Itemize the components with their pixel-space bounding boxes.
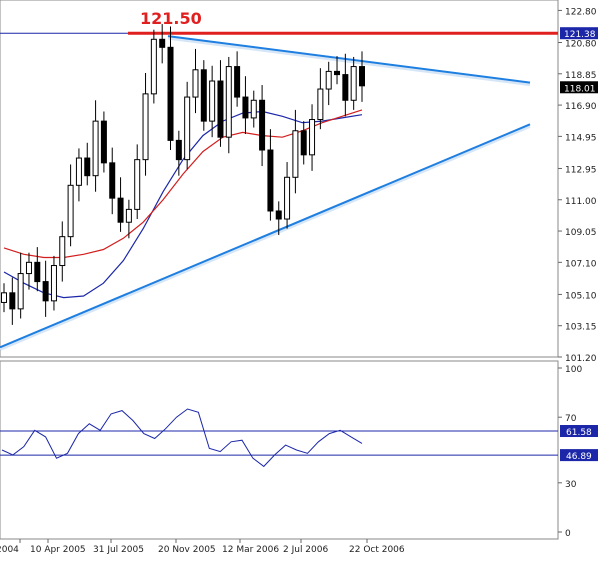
- candle-up-body: [192, 69, 199, 98]
- chart-root: 121.50 121.38 118.01 61.58 46.89 122.80 120.…: [0, 0, 600, 557]
- candle-down-body: [359, 66, 365, 87]
- y-tick-label: 105.10: [565, 291, 597, 301]
- candle-up-body: [309, 119, 316, 156]
- candle-down-body: [242, 96, 249, 119]
- indicator-level-label: 61.58: [566, 428, 592, 438]
- candle-up-body: [17, 273, 24, 310]
- candle-down-body: [267, 149, 274, 212]
- candle-up-body: [325, 70, 332, 90]
- candle-up-body: [67, 184, 74, 238]
- candle-up-body: [125, 208, 132, 223]
- candle-down-body: [34, 261, 41, 283]
- y-tick-label: 107.10: [565, 259, 597, 269]
- candle-up-body: [142, 93, 149, 161]
- candle-up-body: [317, 88, 324, 121]
- candle-up-body: [350, 66, 357, 101]
- indicator-y-tick-label: 0: [565, 529, 571, 539]
- indicator-y-tick-label: 30: [565, 480, 577, 490]
- x-tick-label: 22 Oct 2006: [349, 545, 405, 555]
- x-tick-label: 2 Jul 2006: [283, 545, 328, 555]
- x-tick-label: 20 Nov 2005: [158, 545, 216, 555]
- y-tick-label: 122.80: [565, 7, 597, 17]
- candle-up-body: [209, 80, 216, 122]
- candle: [200, 60, 207, 131]
- y-tick-label: 109.05: [565, 228, 597, 238]
- y-tick-label: 118.85: [565, 71, 597, 81]
- y-tick-label: 101.20: [565, 354, 597, 364]
- candle-down-body: [259, 99, 266, 151]
- indicator-y-tick-label: 100: [565, 365, 582, 375]
- x-tick-label: 12 Mar 2006: [222, 545, 279, 555]
- candle-down-body: [117, 197, 124, 223]
- candle-down-body: [200, 69, 207, 122]
- candle-down-body: [275, 210, 282, 220]
- candle-up-body: [134, 159, 141, 210]
- candle-down-body: [334, 70, 341, 76]
- candle-down-body: [42, 281, 49, 302]
- candle: [150, 29, 157, 104]
- y-tick-label: 111.00: [565, 197, 597, 207]
- candle-up-body: [292, 130, 299, 178]
- y-tick-label: 116.90: [565, 102, 597, 112]
- candle-up-body: [75, 157, 82, 186]
- candle-up-body: [1, 292, 7, 303]
- candle-down-body: [9, 292, 16, 310]
- candle-down-body: [109, 162, 116, 199]
- y-tick-label: 112.95: [565, 165, 597, 175]
- current-price-label: 118.01: [564, 84, 596, 94]
- price-chart: 121.50121.38118.01 61.5846.89 122.80120.…: [0, 0, 600, 557]
- indicator-y-tick-label: 70: [565, 414, 577, 424]
- x-tick-label: 31 Jul 2005: [93, 545, 144, 555]
- candle-up-body: [284, 176, 291, 220]
- candle-up-body: [92, 120, 99, 177]
- candle-up-body: [50, 265, 57, 302]
- candle-down-body: [100, 120, 107, 164]
- candle-up-body: [184, 96, 191, 161]
- candle-down-body: [217, 80, 224, 138]
- candle-down-body: [234, 66, 241, 98]
- candle-up-body: [25, 261, 32, 275]
- candle-down-body: [84, 157, 91, 177]
- candle: [100, 111, 107, 173]
- indicator-level-label: 46.89: [566, 452, 592, 462]
- candle-down-body: [342, 74, 349, 101]
- x-tick-label: 2004: [0, 545, 19, 555]
- candle-up-body: [250, 99, 257, 119]
- y-tick-label: 103.15: [565, 323, 597, 333]
- candle-up-body: [225, 66, 232, 138]
- candle-down-body: [159, 38, 166, 48]
- high-annotation-label: 121.50: [140, 9, 202, 28]
- y-tick-label: 120.80: [565, 40, 597, 50]
- candle-down-body: [175, 139, 182, 161]
- candle-up-body: [150, 38, 157, 95]
- y-tick-label: 114.95: [565, 133, 597, 143]
- candle-down-body: [167, 46, 174, 141]
- x-tick-label: 10 Apr 2005: [30, 545, 86, 555]
- candle-down-body: [300, 130, 307, 156]
- candle-up-body: [59, 236, 66, 267]
